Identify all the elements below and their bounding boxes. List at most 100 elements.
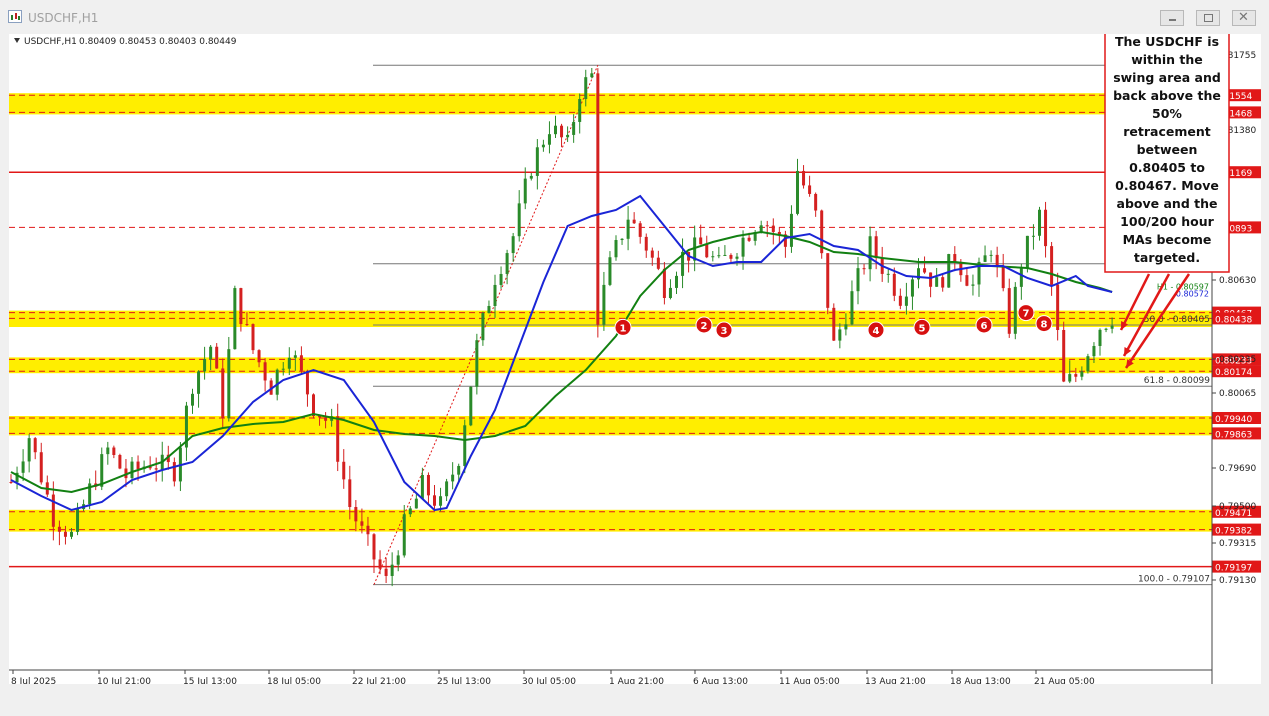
- candle-body-79: [487, 305, 491, 314]
- candle-body-97: [596, 73, 600, 325]
- candle-body-148: [904, 296, 908, 306]
- candle-body-163: [995, 254, 999, 267]
- candle-body-116: [711, 256, 715, 258]
- candle-body-176: [1074, 374, 1078, 377]
- candle-body-132: [808, 185, 812, 194]
- candle-body-21: [136, 461, 140, 470]
- candle-body-179: [1092, 345, 1096, 357]
- price-tick-label-3: 0.80235: [1219, 355, 1256, 365]
- candle-body-175: [1068, 374, 1072, 382]
- candle-body-138: [844, 324, 848, 330]
- candle-body-90: [554, 125, 557, 135]
- level-label-7: 0.80174: [1215, 368, 1252, 378]
- candle-body-174: [1062, 329, 1066, 382]
- candle-body-2: [21, 461, 25, 473]
- candle-body-40: [251, 324, 255, 351]
- marker-label-6: 7: [1023, 309, 1030, 320]
- marker-label-4: 5: [919, 323, 926, 334]
- level-label-8: 0.79940: [1215, 415, 1252, 425]
- chart-window: USDCHF,H1 ✕ 0.81554 0.81468 0.81169 0.80893…: [0, 0, 1269, 716]
- candle-body-131: [802, 170, 806, 186]
- minimize-button[interactable]: [1160, 10, 1184, 26]
- candle-body-178: [1086, 356, 1090, 372]
- title-bar: USDCHF,H1 ✕: [0, 0, 1269, 34]
- maximize-button[interactable]: [1196, 10, 1220, 26]
- marker-label-0: 1: [620, 323, 627, 334]
- date-tick-label-3: 18 Jul 05:00: [267, 677, 321, 684]
- candle-body-92: [566, 134, 570, 138]
- candle-body-85: [523, 178, 527, 204]
- level-label-12: 0.79197: [1215, 564, 1252, 574]
- date-tick-label-12: 21 Aug 05:00: [1034, 677, 1095, 684]
- date-tick-label-0: 8 Jul 2025: [11, 677, 56, 684]
- zone-4: [9, 509, 1212, 532]
- candle-body-16: [106, 447, 110, 455]
- annotation-line-0: The USDCHF is: [1115, 34, 1219, 49]
- candle-body-73: [451, 474, 455, 482]
- candle-body-46: [287, 357, 291, 369]
- candle-body-45: [281, 368, 285, 370]
- candle-body-152: [929, 272, 933, 287]
- candle-body-70: [433, 495, 436, 506]
- price-tick-label-6: 0.79500: [1219, 502, 1256, 512]
- marker-label-5: 6: [981, 321, 988, 332]
- candle-body-72: [445, 481, 449, 497]
- candle-body-10: [70, 531, 73, 537]
- price-tick-label-5: 0.79690: [1219, 464, 1256, 474]
- candle-body-182: [1110, 325, 1114, 329]
- candle-body-89: [547, 134, 551, 145]
- date-tick-label-1: 10 Jul 21:00: [97, 677, 151, 684]
- window-title: USDCHF,H1: [28, 11, 99, 25]
- candle-body-141: [862, 268, 866, 270]
- candle-body-59: [366, 525, 370, 535]
- chart-header: USDCHF,H1 0.80409 0.80453 0.80403 0.8044…: [14, 37, 237, 47]
- candle-body-56: [348, 479, 352, 507]
- candle-body-137: [838, 329, 842, 341]
- chart-window-icon: [8, 10, 22, 23]
- candle-body-177: [1080, 371, 1084, 377]
- candle-body-159: [971, 284, 975, 286]
- candle-body-167: [1019, 268, 1023, 287]
- close-icon: ✕: [1238, 10, 1249, 25]
- candle-body-41: [257, 350, 261, 363]
- candle-body-114: [699, 237, 703, 245]
- candle-body-71: [439, 496, 443, 506]
- candle-body-145: [886, 273, 890, 275]
- symbol-label: USDCHF,H1: [24, 37, 77, 47]
- candle-body-104: [638, 223, 642, 237]
- candle-body-57: [354, 506, 358, 522]
- zone-0: [9, 93, 1212, 115]
- candle-body-37: [233, 288, 237, 350]
- candle-body-75: [463, 425, 467, 466]
- candle-body-31: [197, 371, 201, 394]
- date-tick-label-11: 18 Aug 13:00: [950, 677, 1011, 684]
- candle-body-74: [457, 465, 461, 475]
- candle-body-103: [632, 219, 636, 224]
- candle-body-48: [299, 355, 303, 371]
- candle-body-121: [741, 237, 745, 257]
- annotation-line-7: 0.80405 to: [1129, 160, 1205, 175]
- candle-body-115: [705, 244, 709, 258]
- close-button[interactable]: ✕: [1232, 10, 1256, 26]
- candle-body-50: [312, 394, 315, 417]
- annotation-line-6: between: [1137, 142, 1198, 157]
- price-tick-label-2: 0.80630: [1219, 276, 1256, 286]
- date-tick-label-2: 15 Jul 13:00: [183, 677, 237, 684]
- candle-body-34: [215, 346, 219, 369]
- price-chart[interactable]: 0.815540.814680.811690.808930.804670.804…: [9, 34, 1261, 684]
- candle-body-65: [402, 514, 406, 556]
- candle-body-164: [1001, 266, 1005, 289]
- candle-body-166: [1013, 286, 1017, 334]
- ohlc-readout: 0.80409 0.80453 0.80403 0.80449: [79, 37, 237, 47]
- candle-body-169: [1031, 235, 1035, 237]
- candle-body-4: [33, 438, 37, 453]
- candle-body-108: [662, 268, 666, 298]
- candle-body-99: [608, 257, 612, 285]
- candle-body-30: [191, 393, 194, 406]
- candle-body-69: [426, 474, 430, 496]
- date-tick-label-9: 11 Aug 05:00: [779, 677, 840, 684]
- candle-body-154: [941, 277, 945, 288]
- candle-body-168: [1025, 235, 1029, 269]
- candle-body-61: [378, 559, 382, 569]
- candle-body-5: [39, 452, 43, 483]
